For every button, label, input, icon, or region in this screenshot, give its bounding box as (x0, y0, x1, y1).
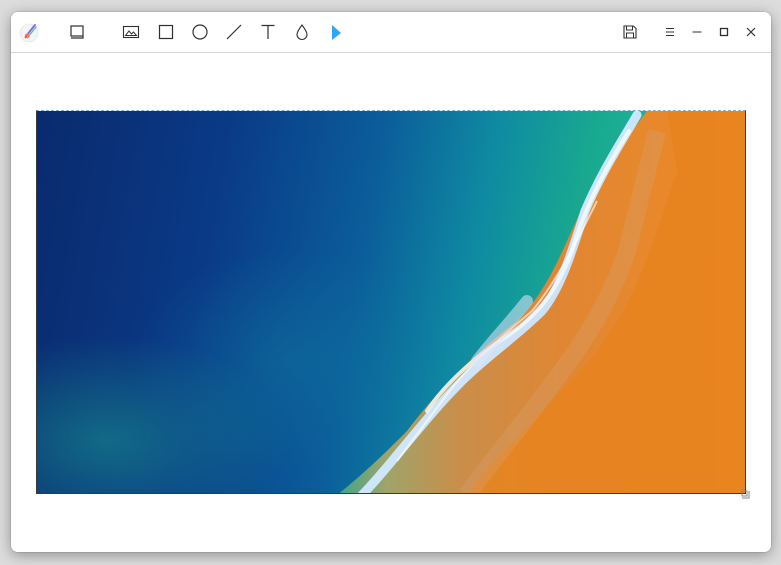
close-icon (746, 27, 756, 37)
select-tool-button[interactable] (323, 19, 349, 45)
image-tool-button[interactable] (118, 19, 144, 45)
text-icon (261, 24, 275, 39)
minimize-icon (692, 31, 702, 33)
beach-photo-art (339, 111, 745, 493)
blur-tool-button[interactable] (289, 19, 315, 45)
line-tool-button[interactable] (221, 19, 247, 45)
crop-icon (70, 25, 84, 39)
maximize-icon (719, 27, 729, 37)
menu-button[interactable] (657, 19, 683, 45)
menu-icon (666, 27, 674, 37)
app-logo (16, 19, 42, 45)
select-pointer-icon (332, 25, 341, 40)
beach-image[interactable] (36, 110, 746, 494)
image-icon (122, 25, 140, 39)
save-button[interactable] (617, 19, 643, 45)
close-button[interactable] (738, 19, 764, 45)
ellipse-icon (192, 24, 208, 40)
paint-brush-logo-icon (19, 23, 39, 43)
drawing-canvas[interactable] (11, 53, 771, 552)
ellipse-tool-button[interactable] (187, 19, 213, 45)
rectangle-tool-button[interactable] (153, 19, 179, 45)
maximize-button[interactable] (711, 19, 737, 45)
crop-tool-button[interactable] (64, 19, 90, 45)
minimize-button[interactable] (684, 19, 710, 45)
blur-drop-icon (296, 24, 308, 40)
rectangle-icon (158, 24, 174, 40)
titlebar (11, 12, 771, 53)
resize-grip-icon[interactable] (741, 490, 750, 499)
line-icon (226, 24, 242, 40)
app-window (11, 12, 771, 552)
text-tool-button[interactable] (255, 19, 281, 45)
save-icon (623, 25, 637, 39)
